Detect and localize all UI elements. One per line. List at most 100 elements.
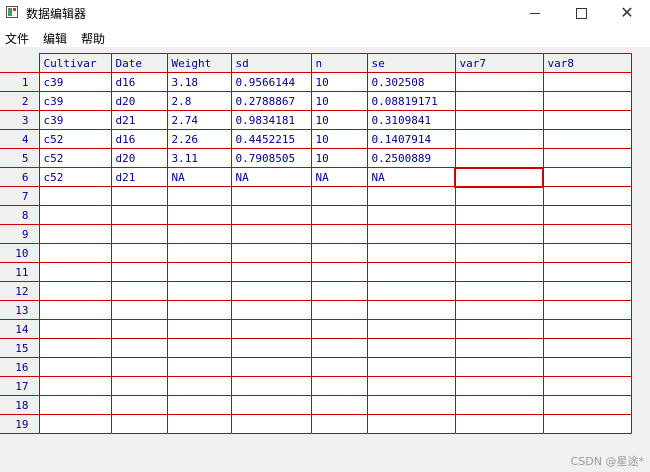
grid-cell[interactable] — [230, 243, 312, 263]
grid-cell[interactable] — [542, 338, 632, 358]
grid-cell[interactable] — [166, 243, 232, 263]
grid-cell[interactable] — [166, 414, 232, 434]
grid-cell[interactable]: 10 — [310, 148, 368, 168]
grid-cell[interactable] — [454, 376, 544, 396]
grid-cell[interactable]: c39 — [38, 72, 112, 92]
grid-cell[interactable] — [110, 319, 168, 339]
row-number[interactable]: 10 — [0, 243, 40, 263]
grid-cell[interactable] — [166, 319, 232, 339]
grid-cell[interactable] — [38, 376, 112, 396]
grid-cell[interactable] — [542, 186, 632, 206]
grid-cell[interactable] — [230, 281, 312, 301]
grid-cell[interactable]: d20 — [110, 148, 168, 168]
grid-cell[interactable]: 0.7908505 — [230, 148, 312, 168]
grid-cell[interactable]: 2.8 — [166, 91, 232, 111]
grid-cell[interactable] — [38, 300, 112, 320]
grid-cell[interactable] — [310, 205, 368, 225]
grid-cell[interactable] — [310, 186, 368, 206]
grid-cell[interactable] — [166, 224, 232, 244]
grid-cell[interactable] — [542, 129, 632, 149]
grid-cell[interactable]: d16 — [110, 72, 168, 92]
grid-cell[interactable]: 10 — [310, 110, 368, 130]
row-number[interactable]: 11 — [0, 262, 40, 282]
menu-edit[interactable]: 编辑 — [43, 30, 67, 47]
grid-cell[interactable]: d21 — [110, 167, 168, 187]
grid-cell[interactable]: 10 — [310, 129, 368, 149]
grid-cell[interactable] — [542, 224, 632, 244]
grid-cell[interactable] — [542, 414, 632, 434]
grid-cell[interactable] — [110, 376, 168, 396]
grid-cell[interactable] — [310, 414, 368, 434]
grid-cell[interactable] — [454, 148, 544, 168]
grid-cell[interactable] — [230, 357, 312, 377]
grid-cell[interactable] — [230, 205, 312, 225]
grid-cell[interactable] — [310, 338, 368, 358]
row-number[interactable]: 3 — [0, 110, 40, 130]
grid-cell[interactable] — [454, 205, 544, 225]
grid-cell[interactable] — [542, 395, 632, 415]
grid-cell[interactable] — [542, 376, 632, 396]
column-header-var7[interactable]: var7 — [454, 53, 544, 73]
grid-cell[interactable] — [454, 319, 544, 339]
grid-cell[interactable] — [542, 319, 632, 339]
grid-cell[interactable]: d21 — [110, 110, 168, 130]
grid-cell[interactable] — [38, 224, 112, 244]
grid-cell[interactable]: c39 — [38, 110, 112, 130]
grid-cell[interactable] — [542, 72, 632, 92]
grid-cell[interactable] — [166, 357, 232, 377]
grid-cell[interactable] — [310, 243, 368, 263]
grid-cell[interactable] — [454, 300, 544, 320]
grid-cell[interactable] — [366, 319, 456, 339]
grid-cell[interactable]: 0.302508 — [366, 72, 456, 92]
grid-cell[interactable] — [366, 243, 456, 263]
grid-cell[interactable] — [166, 205, 232, 225]
grid-cell[interactable] — [230, 262, 312, 282]
grid-cell[interactable]: c52 — [38, 148, 112, 168]
row-number[interactable]: 6 — [0, 167, 40, 187]
row-number[interactable]: 17 — [0, 376, 40, 396]
grid-cell[interactable] — [454, 110, 544, 130]
row-number[interactable]: 19 — [0, 414, 40, 434]
grid-cell[interactable] — [166, 262, 232, 282]
grid-cell[interactable] — [454, 338, 544, 358]
grid-cell[interactable]: 0.9566144 — [230, 72, 312, 92]
grid-cell[interactable] — [310, 319, 368, 339]
grid-cell[interactable] — [542, 357, 632, 377]
grid-cell[interactable] — [110, 186, 168, 206]
row-number[interactable]: 9 — [0, 224, 40, 244]
row-number[interactable]: 16 — [0, 357, 40, 377]
column-header-var8[interactable]: var8 — [542, 53, 632, 73]
grid-cell[interactable]: c39 — [38, 91, 112, 111]
grid-cell[interactable] — [38, 395, 112, 415]
grid-cell[interactable] — [110, 281, 168, 301]
grid-cell[interactable] — [366, 376, 456, 396]
column-header-cultivar[interactable]: Cultivar — [38, 53, 112, 73]
grid-cell[interactable] — [230, 414, 312, 434]
grid-cell[interactable] — [454, 395, 544, 415]
grid-cell[interactable] — [366, 186, 456, 206]
grid-cell[interactable] — [366, 357, 456, 377]
row-number[interactable]: 15 — [0, 338, 40, 358]
grid-cell[interactable] — [166, 376, 232, 396]
grid-cell[interactable]: c52 — [38, 167, 112, 187]
grid-cell[interactable]: 0.1407914 — [366, 129, 456, 149]
grid-cell[interactable] — [310, 262, 368, 282]
grid-cell[interactable]: 3.11 — [166, 148, 232, 168]
grid-cell[interactable] — [230, 300, 312, 320]
grid-cell[interactable]: d20 — [110, 91, 168, 111]
grid-cell[interactable]: NA — [230, 167, 312, 187]
grid-cell[interactable]: 0.4452215 — [230, 129, 312, 149]
grid-cell[interactable] — [454, 414, 544, 434]
row-number[interactable]: 14 — [0, 319, 40, 339]
column-header-weight[interactable]: Weight — [166, 53, 232, 73]
grid-cell[interactable] — [366, 262, 456, 282]
column-header-n[interactable]: n — [310, 53, 368, 73]
row-number[interactable]: 1 — [0, 72, 40, 92]
row-number[interactable]: 12 — [0, 281, 40, 301]
grid-cell[interactable] — [110, 338, 168, 358]
grid-cell[interactable] — [230, 376, 312, 396]
row-number[interactable]: 4 — [0, 129, 40, 149]
grid-cell[interactable] — [366, 224, 456, 244]
grid-cell[interactable]: NA — [366, 167, 456, 187]
grid-cell[interactable] — [310, 395, 368, 415]
